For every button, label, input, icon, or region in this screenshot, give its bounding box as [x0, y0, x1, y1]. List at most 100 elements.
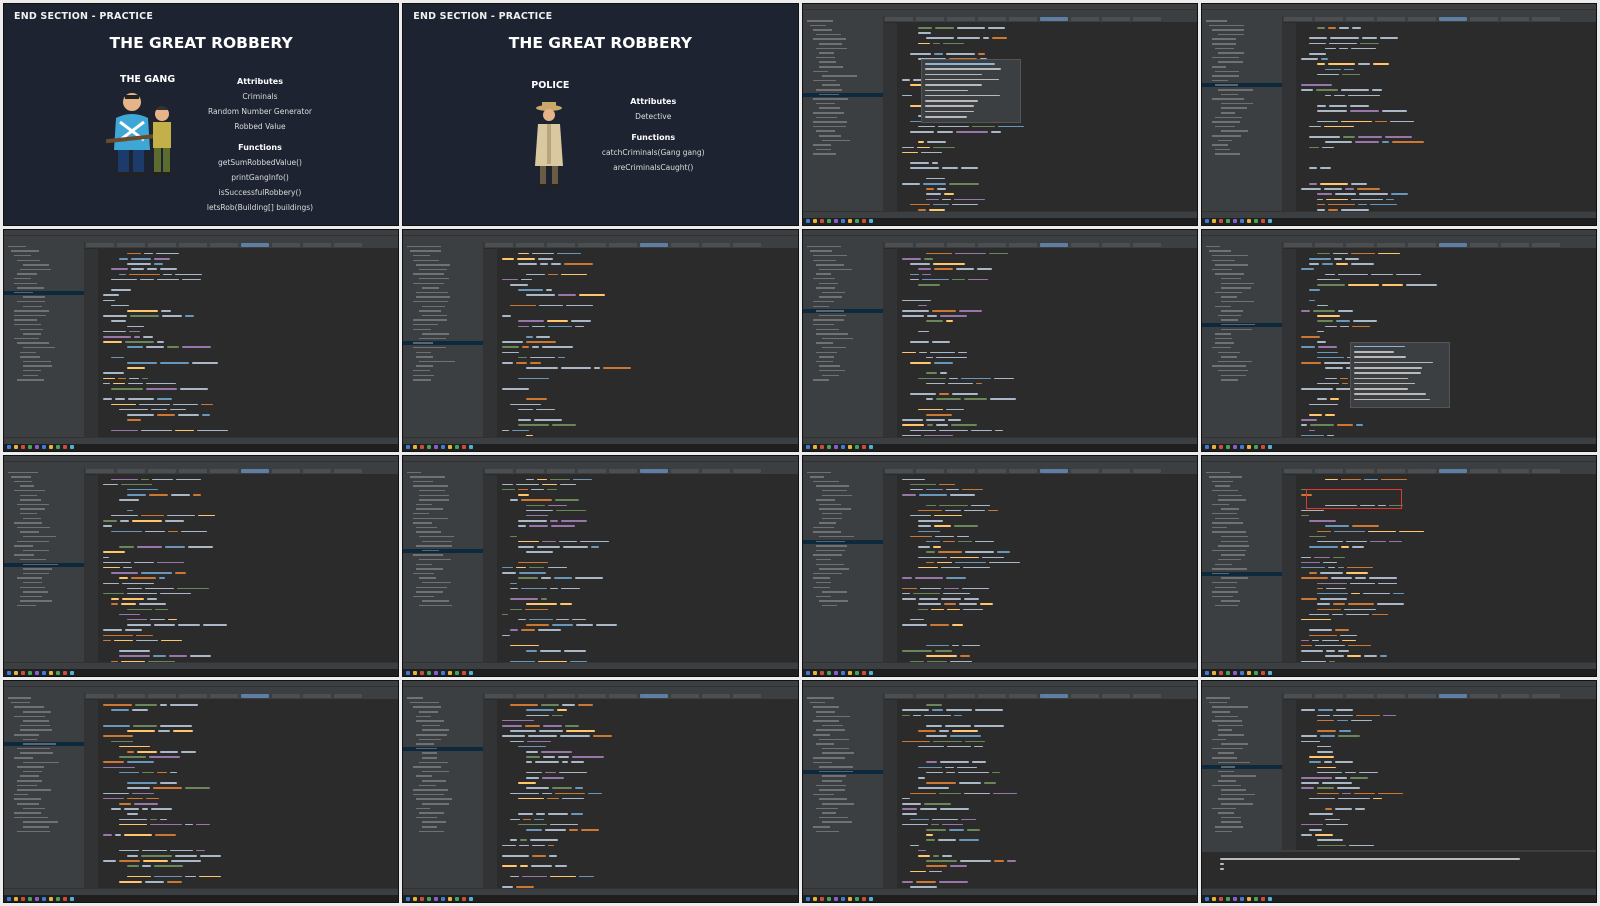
- taskbar-app-icon[interactable]: [1218, 445, 1223, 449]
- editor-tab[interactable]: [1039, 694, 1068, 699]
- editor-tab[interactable]: [977, 468, 1006, 473]
- taskbar-app-icon[interactable]: [819, 896, 824, 901]
- editor-tab[interactable]: [485, 242, 514, 247]
- taskbar-app-icon[interactable]: [420, 445, 425, 449]
- editor-tab[interactable]: [179, 242, 207, 247]
- taskbar-app-icon[interactable]: [49, 896, 53, 901]
- editor-tab[interactable]: [1101, 242, 1130, 247]
- taskbar-app-icon[interactable]: [63, 896, 67, 901]
- taskbar-app-icon[interactable]: [448, 896, 453, 901]
- editor-tab[interactable]: [334, 468, 362, 473]
- editor-tab[interactable]: [578, 242, 607, 247]
- taskbar-app-icon[interactable]: [7, 896, 11, 901]
- editor-tab[interactable]: [1283, 17, 1312, 21]
- taskbar-app-icon[interactable]: [1232, 896, 1237, 901]
- editor-tab[interactable]: [702, 694, 731, 699]
- editor-tab[interactable]: [1101, 17, 1130, 21]
- editor-tab[interactable]: [303, 242, 331, 247]
- taskbar-app-icon[interactable]: [420, 896, 425, 901]
- taskbar-app-icon[interactable]: [56, 670, 60, 675]
- editor-tab[interactable]: [1345, 468, 1374, 473]
- taskbar-app-icon[interactable]: [861, 219, 866, 224]
- taskbar-app-icon[interactable]: [21, 445, 25, 449]
- taskbar-app-icon[interactable]: [847, 219, 852, 224]
- taskbar-app-icon[interactable]: [14, 896, 18, 901]
- taskbar-app-icon[interactable]: [7, 670, 11, 675]
- taskbar-app-icon[interactable]: [840, 445, 845, 449]
- editor-tab[interactable]: [946, 242, 975, 247]
- taskbar-app-icon[interactable]: [840, 670, 845, 675]
- editor-tab[interactable]: [884, 694, 913, 699]
- taskbar-app-icon[interactable]: [434, 445, 439, 449]
- editor-tab[interactable]: [210, 468, 238, 473]
- taskbar-app-icon[interactable]: [448, 445, 453, 449]
- taskbar-app-icon[interactable]: [1267, 445, 1272, 449]
- editor-tab[interactable]: [1283, 242, 1312, 247]
- taskbar-app-icon[interactable]: [70, 896, 74, 901]
- editor-tab[interactable]: [671, 242, 700, 247]
- taskbar-app-icon[interactable]: [861, 670, 866, 675]
- editor-tab[interactable]: [148, 694, 176, 699]
- taskbar-app-icon[interactable]: [28, 445, 32, 449]
- taskbar-app-icon[interactable]: [469, 896, 474, 901]
- editor-tab[interactable]: [1132, 242, 1161, 247]
- taskbar-app-icon[interactable]: [1225, 445, 1230, 449]
- taskbar-app-icon[interactable]: [14, 445, 18, 449]
- taskbar-app-icon[interactable]: [854, 670, 859, 675]
- taskbar-app-icon[interactable]: [833, 219, 838, 224]
- taskbar-app-icon[interactable]: [1246, 445, 1251, 449]
- editor-tab[interactable]: [1469, 468, 1498, 473]
- taskbar-app-icon[interactable]: [1225, 896, 1230, 901]
- taskbar-app-icon[interactable]: [469, 670, 474, 675]
- taskbar-app-icon[interactable]: [1204, 670, 1209, 675]
- editor-tab[interactable]: [547, 694, 576, 699]
- taskbar-app-icon[interactable]: [847, 670, 852, 675]
- taskbar-app-icon[interactable]: [7, 445, 11, 449]
- editor-tab[interactable]: [485, 694, 514, 699]
- editor-tab[interactable]: [884, 468, 913, 473]
- editor-tab[interactable]: [733, 694, 762, 699]
- taskbar-app-icon[interactable]: [1204, 445, 1209, 449]
- editor-tab[interactable]: [272, 468, 300, 473]
- taskbar-app-icon[interactable]: [819, 670, 824, 675]
- editor-tab[interactable]: [915, 694, 944, 699]
- editor-tab[interactable]: [1283, 468, 1312, 473]
- editor-tab[interactable]: [1376, 694, 1405, 699]
- taskbar-app-icon[interactable]: [1260, 670, 1265, 675]
- taskbar-app-icon[interactable]: [854, 445, 859, 449]
- taskbar-app-icon[interactable]: [455, 445, 460, 449]
- editor-tab[interactable]: [516, 242, 545, 247]
- editor-tab[interactable]: [1438, 694, 1467, 699]
- taskbar-app-icon[interactable]: [812, 896, 817, 901]
- editor-tab[interactable]: [547, 242, 576, 247]
- taskbar-app-icon[interactable]: [868, 896, 873, 901]
- editor-tab[interactable]: [117, 694, 145, 699]
- taskbar-app-icon[interactable]: [1218, 670, 1223, 675]
- editor-tab[interactable]: [1070, 242, 1099, 247]
- taskbar-app-icon[interactable]: [847, 896, 852, 901]
- editor-tab[interactable]: [671, 694, 700, 699]
- taskbar-app-icon[interactable]: [833, 670, 838, 675]
- taskbar-app-icon[interactable]: [441, 445, 446, 449]
- taskbar-app-icon[interactable]: [1239, 219, 1244, 224]
- taskbar-app-icon[interactable]: [1267, 219, 1272, 224]
- taskbar-app-icon[interactable]: [861, 896, 866, 901]
- taskbar-app-icon[interactable]: [805, 445, 810, 449]
- taskbar-app-icon[interactable]: [1232, 445, 1237, 449]
- editor-tab[interactable]: [1039, 468, 1068, 473]
- editor-tab[interactable]: [1132, 468, 1161, 473]
- editor-tab[interactable]: [1132, 694, 1161, 699]
- taskbar-app-icon[interactable]: [413, 670, 418, 675]
- editor-tab[interactable]: [1345, 694, 1374, 699]
- editor-tab[interactable]: [578, 694, 607, 699]
- editor-tab[interactable]: [117, 242, 145, 247]
- taskbar-app-icon[interactable]: [63, 445, 67, 449]
- taskbar-app-icon[interactable]: [14, 670, 18, 675]
- taskbar-app-icon[interactable]: [1267, 670, 1272, 675]
- editor-tab[interactable]: [671, 468, 700, 473]
- taskbar-app-icon[interactable]: [42, 896, 46, 901]
- editor-tab[interactable]: [977, 242, 1006, 247]
- editor-tab[interactable]: [547, 468, 576, 473]
- taskbar-app-icon[interactable]: [434, 670, 439, 675]
- taskbar-app-icon[interactable]: [833, 896, 838, 901]
